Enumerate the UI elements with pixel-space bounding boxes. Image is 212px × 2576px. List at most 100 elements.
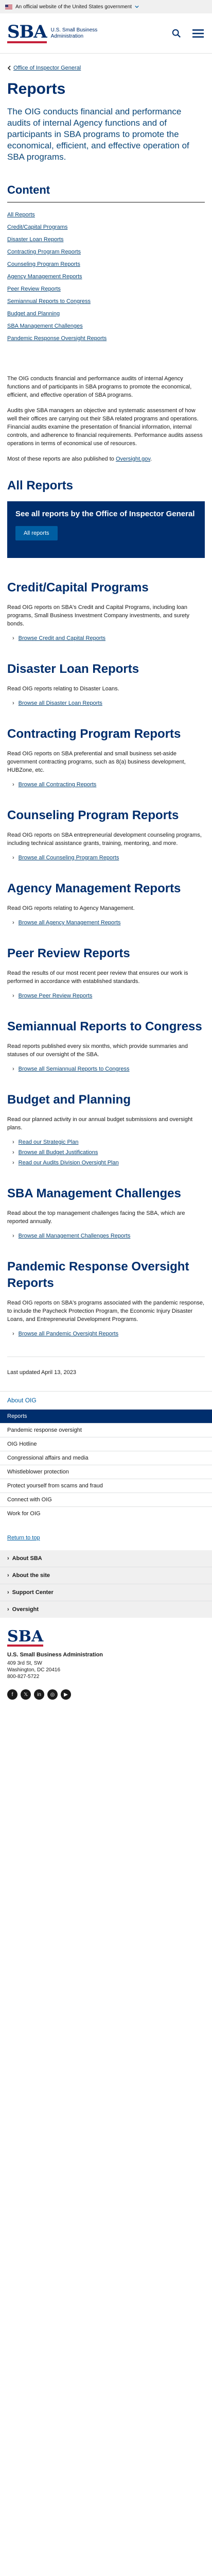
side-nav-item-whistleblower[interactable]: Whistleblower protection <box>0 1465 212 1479</box>
linkedin-icon[interactable]: in <box>34 1689 44 1700</box>
section-text: Read OIG reports relating to Agency Mana… <box>7 905 135 911</box>
section-title: Disaster Loan Reports <box>7 662 139 676</box>
cta-title: See all reports by the Office of Inspect… <box>15 510 195 518</box>
side-nav-item-reports[interactable]: Reports <box>0 1409 212 1423</box>
body-paragraph: The OIG conducts financial and performan… <box>7 376 192 398</box>
all-reports-cta: See all reports by the Office of Inspect… <box>7 501 205 558</box>
body-text-span: Most of these reports are also published… <box>7 456 116 462</box>
toc-link-peer[interactable]: Peer Review Reports <box>7 286 61 292</box>
breadcrumb-link[interactable]: Office of Inspector General <box>13 65 81 71</box>
toc-link-credit[interactable]: Credit/Capital Programs <box>7 224 67 230</box>
section-link[interactable]: › Read our Strategic Plan <box>12 1139 205 1145</box>
chevron-right-icon: › <box>7 1589 9 1596</box>
side-nav-item-pandemic[interactable]: Pandemic response oversight <box>0 1423 212 1437</box>
main-content: Office of Inspector General Reports The … <box>0 54 212 1391</box>
menu-button[interactable] <box>191 27 205 40</box>
section-text: Read OIG reports on SBA's programs assoc… <box>7 1300 205 1323</box>
gov-banner[interactable]: An official website of the United States… <box>0 0 212 13</box>
toc-link-counseling[interactable]: Counseling Program Reports <box>7 261 80 267</box>
accordion-oversight[interactable]: › Oversight <box>0 1601 212 1618</box>
toc-link-disaster[interactable]: Disaster Loan Reports <box>7 236 63 243</box>
toc-link-agency[interactable]: Agency Management Reports <box>7 274 82 280</box>
section-link[interactable]: › Browse all Disaster Loan Reports <box>12 700 205 706</box>
footer-address-line: Washington, DC 20416 <box>7 1667 61 1673</box>
chevron-right-icon: › <box>12 700 14 706</box>
side-nav-item-connect[interactable]: Connect with OIG <box>0 1493 212 1506</box>
toc-item: Contracting Program Reports <box>7 246 205 258</box>
x-icon[interactable]: 𝕏 <box>21 1689 31 1700</box>
oversight-gov-link[interactable]: Oversight.gov <box>116 456 150 462</box>
section-link[interactable]: › Browse all Pandemic Oversight Reports <box>12 1331 205 1337</box>
toc-link-pandemic[interactable]: Pandemic Response Oversight Reports <box>7 335 107 342</box>
strategic-plan-link[interactable]: Read our Strategic Plan <box>19 1139 79 1145</box>
facebook-icon[interactable]: f <box>7 1689 17 1700</box>
section-link[interactable]: › Browse Peer Review Reports <box>12 993 205 999</box>
section-link[interactable]: › Browse all Contracting Reports <box>12 782 205 788</box>
section-link[interactable]: › Browse Credit and Capital Reports <box>12 635 205 641</box>
browse-link[interactable]: Browse all Counseling Program Reports <box>19 855 119 861</box>
section-counseling: Counseling Program Reports Read OIG repo… <box>7 807 205 861</box>
instagram-icon[interactable]: ◎ <box>47 1689 58 1700</box>
side-nav: Reports Pandemic response oversight OIG … <box>0 1409 212 1520</box>
section-link[interactable]: › Browse all Counseling Program Reports <box>12 855 205 861</box>
accordion-label: Support Center <box>12 1589 54 1596</box>
us-flag-icon <box>5 4 12 9</box>
budget-justifications-link[interactable]: Browse all Budget Justifications <box>19 1149 98 1156</box>
return-to-top-link[interactable]: Return to top <box>7 1535 40 1541</box>
side-nav-heading[interactable]: About OIG <box>0 1391 212 1409</box>
browse-link[interactable]: Browse all Management Challenges Reports <box>19 1233 131 1239</box>
chevron-right-icon: › <box>7 1555 9 1562</box>
section-link[interactable]: › Browse all Management Challenges Report… <box>12 1233 205 1239</box>
section-title: Agency Management Reports <box>7 882 181 895</box>
side-nav-item-scams[interactable]: Protect yourself from scams and fraud <box>0 1479 212 1493</box>
oversight-plan-link[interactable]: Read our Audits Division Oversight Plan <box>19 1160 119 1166</box>
all-reports-title: All Reports <box>7 479 74 493</box>
toc-item: Agency Management Reports <box>7 270 205 283</box>
toc-title: Content <box>7 183 205 202</box>
toc-item: Semiannual Reports to Congress <box>7 295 205 308</box>
side-nav-item-congressional[interactable]: Congressional affairs and media <box>0 1451 212 1465</box>
accordion-about-site[interactable]: › About the site <box>0 1567 212 1584</box>
section-contracting: Contracting Program Reports Read OIG rep… <box>7 726 205 788</box>
toc-link-challenges[interactable]: SBA Management Challenges <box>7 323 83 329</box>
toc-link-contracting[interactable]: Contracting Program Reports <box>7 249 81 255</box>
toc-link-semiannual[interactable]: Semiannual Reports to Congress <box>7 298 91 304</box>
chevron-right-icon: › <box>12 1149 14 1156</box>
accordion-label: About SBA <box>12 1555 42 1562</box>
browse-link[interactable]: Browse all Semiannual Reports to Congres… <box>19 1066 130 1072</box>
browse-link[interactable]: Browse Peer Review Reports <box>19 993 93 999</box>
section-title: Credit/Capital Programs <box>7 581 149 595</box>
toc-link-all-reports[interactable]: All Reports <box>7 212 35 218</box>
section-link[interactable]: › Browse all Semiannual Reports to Congre… <box>12 1066 205 1072</box>
side-nav-item-hotline[interactable]: OIG Hotline <box>0 1437 212 1451</box>
browse-link[interactable]: Browse all Disaster Loan Reports <box>19 700 102 706</box>
accordion-about-sba[interactable]: › About SBA <box>0 1550 212 1567</box>
all-reports-button[interactable]: All reports <box>15 526 58 540</box>
chevron-left-icon <box>7 65 11 71</box>
browse-link[interactable]: Browse all Pandemic Oversight Reports <box>19 1331 118 1337</box>
browse-link[interactable]: Browse all Agency Management Reports <box>19 920 121 926</box>
section-link[interactable]: › Read our Audits Division Oversight Plan <box>12 1160 205 1166</box>
section-budget: Budget and Planning Read our planned act… <box>7 1092 205 1166</box>
side-nav-item-work[interactable]: Work for OIG <box>0 1506 212 1520</box>
body-text-span: . <box>150 456 152 462</box>
search-button[interactable] <box>170 27 183 40</box>
chevron-right-icon: › <box>12 782 14 788</box>
toc-item: All Reports <box>7 209 205 221</box>
section-link[interactable]: › Browse all Budget Justifications <box>12 1149 205 1156</box>
accordion-support[interactable]: › Support Center <box>0 1584 212 1601</box>
browse-link[interactable]: Browse Credit and Capital Reports <box>19 635 105 641</box>
body-paragraph: Most of these reports are also published… <box>7 455 205 463</box>
sba-logo[interactable]: SBA U.S. Small Business Administration <box>7 23 113 43</box>
browse-link[interactable]: Browse all Contracting Reports <box>19 782 97 788</box>
footer-agency-name: U.S. Small Business Administration <box>7 1652 103 1658</box>
breadcrumb: Office of Inspector General <box>7 54 205 80</box>
chevron-right-icon: › <box>12 855 14 861</box>
page-intro: The OIG conducts financial and performan… <box>7 107 189 162</box>
footer-phone: 800-827-5722 <box>7 1674 40 1680</box>
youtube-icon[interactable]: ▶ <box>61 1689 71 1700</box>
toc-link-budget[interactable]: Budget and Planning <box>7 311 60 317</box>
header-icons <box>170 27 205 40</box>
footer-logo[interactable]: SBA <box>7 1629 44 1647</box>
section-link[interactable]: › Browse all Agency Management Reports <box>12 920 205 926</box>
